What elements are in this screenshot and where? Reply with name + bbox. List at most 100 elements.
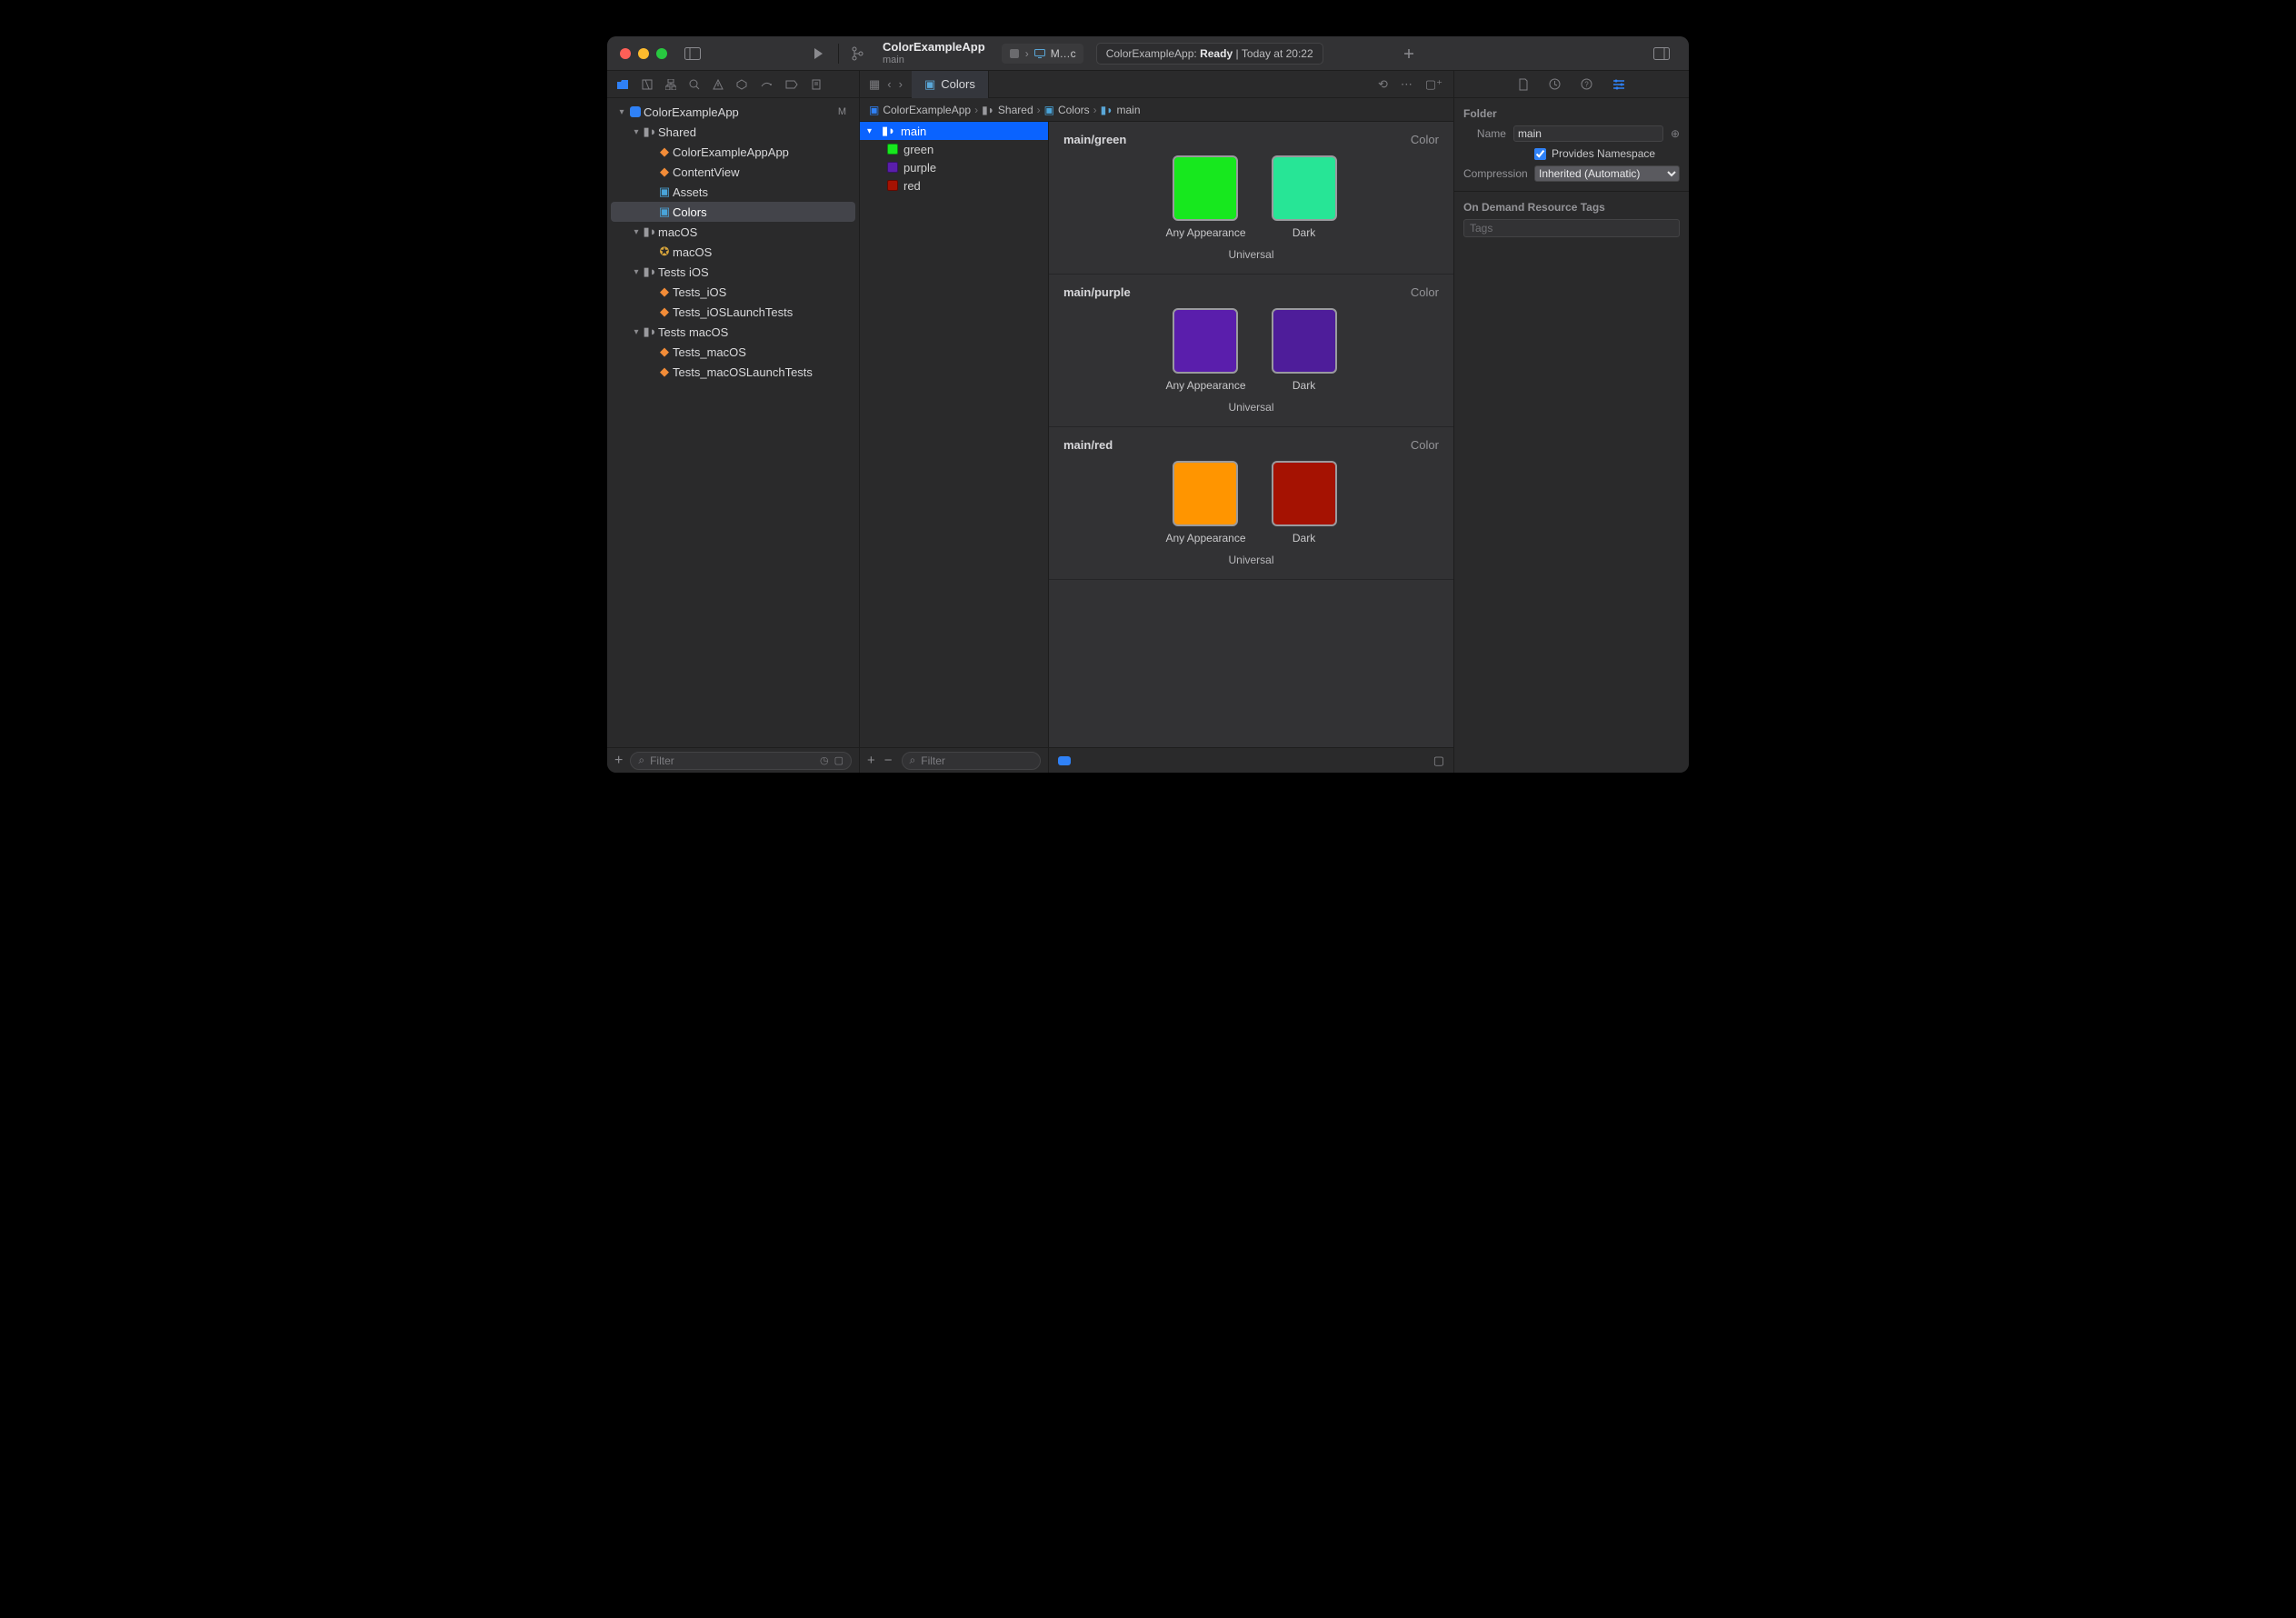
project-navigator-tab[interactable] xyxy=(616,79,629,90)
add-asset-button[interactable]: + xyxy=(867,753,875,768)
color-set-title: main/purple xyxy=(1063,285,1131,299)
add-file-button[interactable]: + xyxy=(614,753,623,769)
color-set-green[interactable]: main/green Color Any Appearance xyxy=(1049,122,1453,275)
crumb-main[interactable]: main xyxy=(1117,104,1141,116)
asset-item-purple[interactable]: purple xyxy=(860,158,1048,176)
chevron-down-icon[interactable]: ▾ xyxy=(631,327,642,337)
tag-chip[interactable] xyxy=(1058,756,1071,765)
chevron-down-icon[interactable]: ▾ xyxy=(631,227,642,237)
swatch-red-any[interactable]: Any Appearance xyxy=(1165,461,1245,544)
symbol-navigator-tab[interactable] xyxy=(665,79,676,90)
scheme-selector[interactable]: › M…c xyxy=(1002,44,1083,64)
group-shared-row[interactable]: ▾ ▮◗ Shared xyxy=(611,122,855,142)
refresh-button[interactable]: ⟲ xyxy=(1378,77,1388,92)
group-tests-macos-row[interactable]: ▾ ▮◗ Tests macOS xyxy=(611,322,855,342)
swatch-green-any[interactable]: Any Appearance xyxy=(1165,155,1245,239)
add-editor-button[interactable]: ▢⁺ xyxy=(1425,77,1442,92)
project-root-row[interactable]: ▾ ColorExampleApp M xyxy=(611,102,855,122)
related-items-button[interactable]: ▦ xyxy=(869,77,880,92)
asset-item-green[interactable]: green xyxy=(860,140,1048,158)
recent-files-icon[interactable]: ◷ xyxy=(820,754,829,766)
issue-navigator-tab[interactable] xyxy=(713,79,724,90)
breakpoint-navigator-tab[interactable] xyxy=(785,80,798,89)
forward-button[interactable]: › xyxy=(899,77,903,91)
tags-field[interactable]: Tags xyxy=(1463,219,1680,237)
attributes-inspector-tab[interactable] xyxy=(1612,79,1625,90)
color-swatch[interactable] xyxy=(1173,308,1238,374)
zoom-window-button[interactable] xyxy=(656,48,667,59)
project-tree[interactable]: ▾ ColorExampleApp M ▾ ▮◗ Shared ◆ ColorE… xyxy=(607,98,859,747)
run-button[interactable] xyxy=(805,43,831,65)
swift-file-icon: ◆ xyxy=(656,365,673,379)
crumb-colors[interactable]: Colors xyxy=(1058,104,1090,116)
swatch-purple-dark[interactable]: Dark xyxy=(1272,308,1337,392)
file-assets-row[interactable]: ▣ Assets xyxy=(611,182,855,202)
file-colors-row[interactable]: ▣ Colors xyxy=(611,202,855,222)
editor-options-button[interactable]: ⋯ xyxy=(1401,77,1413,92)
report-navigator-tab[interactable] xyxy=(811,79,822,90)
activity-status[interactable]: ColorExampleApp: Ready | Today at 20:22 xyxy=(1096,43,1323,65)
file-contentview-row[interactable]: ◆ ContentView xyxy=(611,162,855,182)
asset-item-label: green xyxy=(903,143,933,156)
breadcrumb-bar[interactable]: ▣ ColorExampleApp › ▮◗ Shared › ▣ Colors… xyxy=(860,98,1453,122)
chevron-right-icon: › xyxy=(1025,47,1029,60)
asset-kind-label: Color xyxy=(1411,285,1439,299)
clear-icon[interactable]: ⊕ xyxy=(1671,127,1680,140)
device-view-button[interactable]: ▢ xyxy=(1433,754,1444,768)
asset-folder-main[interactable]: ▾ ▮◗ main xyxy=(860,122,1048,140)
remove-asset-button[interactable]: − xyxy=(884,753,893,768)
chevron-down-icon[interactable]: ▾ xyxy=(631,127,642,137)
file-app-row[interactable]: ◆ ColorExampleAppApp xyxy=(611,142,855,162)
group-macos-row[interactable]: ▾ ▮◗ macOS xyxy=(611,222,855,242)
color-swatch[interactable] xyxy=(1272,461,1337,526)
file-tests-ios-row[interactable]: ◆ Tests_iOS xyxy=(611,282,855,302)
asset-filter-field[interactable]: ⌕ Filter xyxy=(902,752,1041,770)
help-inspector-tab[interactable]: ? xyxy=(1581,78,1592,90)
test-navigator-tab[interactable] xyxy=(736,79,747,90)
crumb-shared[interactable]: Shared xyxy=(998,104,1033,116)
toggle-navigator-button[interactable] xyxy=(680,43,705,65)
close-window-button[interactable] xyxy=(620,48,631,59)
group-label: Tests macOS xyxy=(658,325,728,339)
file-tests-macos-row[interactable]: ◆ Tests_macOS xyxy=(611,342,855,362)
file-tests-macos-launch-row[interactable]: ◆ Tests_macOSLaunchTests xyxy=(611,362,855,382)
file-inspector-tab[interactable] xyxy=(1518,78,1529,91)
debug-navigator-tab[interactable] xyxy=(760,79,773,90)
swatch-caption-any: Any Appearance xyxy=(1165,532,1245,544)
add-button[interactable] xyxy=(1396,43,1422,65)
color-set-purple[interactable]: main/purple Color Any Appearance xyxy=(1049,275,1453,427)
swatch-red-dark[interactable]: Dark xyxy=(1272,461,1337,544)
color-swatch[interactable] xyxy=(1272,308,1337,374)
scm-filter-icon[interactable]: ▢ xyxy=(834,754,844,766)
target-macos-row[interactable]: ✪ macOS xyxy=(611,242,855,262)
crumb-project[interactable]: ColorExampleApp xyxy=(883,104,971,116)
history-inspector-tab[interactable] xyxy=(1549,78,1561,90)
group-tests-ios-row[interactable]: ▾ ▮◗ Tests iOS xyxy=(611,262,855,282)
branch-indicator[interactable]: ColorExampleApp main xyxy=(883,41,985,66)
minimize-window-button[interactable] xyxy=(638,48,649,59)
tab-colors[interactable]: ▣ Colors xyxy=(912,71,989,98)
library-button[interactable] xyxy=(1649,43,1674,65)
provides-namespace-checkbox[interactable] xyxy=(1534,148,1546,160)
navigator-filter-field[interactable]: ⌕ Filter ◷ ▢ xyxy=(630,752,852,770)
swatch-green-dark[interactable]: Dark xyxy=(1272,155,1337,239)
chevron-down-icon[interactable]: ▾ xyxy=(631,267,642,277)
color-swatch[interactable] xyxy=(1173,461,1238,526)
find-navigator-tab[interactable] xyxy=(689,79,700,90)
color-set-red[interactable]: main/red Color Any Appearance xyxy=(1049,427,1453,580)
chevron-down-icon[interactable]: ▾ xyxy=(867,126,876,136)
name-field[interactable] xyxy=(1513,125,1663,142)
back-button[interactable]: ‹ xyxy=(887,77,891,91)
inspector-body: Folder Name ⊕ Provides Namespace Compres… xyxy=(1454,98,1689,245)
source-control-navigator-tab[interactable] xyxy=(642,79,653,90)
target-icon: ✪ xyxy=(656,245,673,259)
source-control-icon[interactable] xyxy=(844,43,870,65)
swatch-purple-any[interactable]: Any Appearance xyxy=(1165,308,1245,392)
swift-file-icon: ◆ xyxy=(656,285,673,299)
color-swatch[interactable] xyxy=(1272,155,1337,221)
asset-item-red[interactable]: red xyxy=(860,176,1048,195)
compression-select[interactable]: Inherited (Automatic) xyxy=(1534,165,1680,182)
chevron-down-icon[interactable]: ▾ xyxy=(616,107,627,117)
color-swatch[interactable] xyxy=(1173,155,1238,221)
file-tests-ios-launch-row[interactable]: ◆ Tests_iOSLaunchTests xyxy=(611,302,855,322)
